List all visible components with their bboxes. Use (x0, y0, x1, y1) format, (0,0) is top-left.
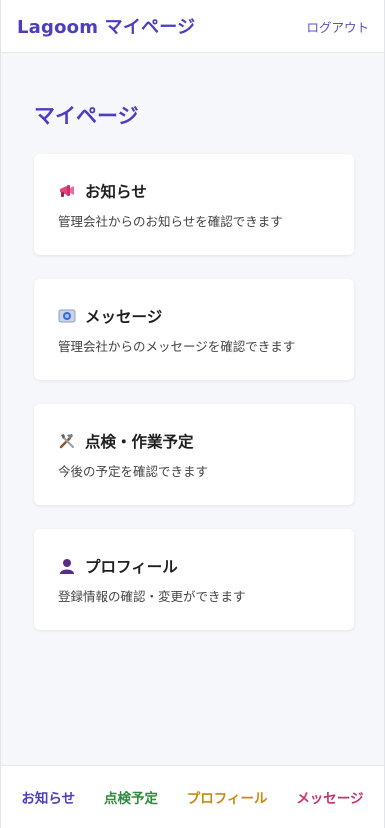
card-profile[interactable]: プロフィール 登録情報の確認・変更ができます (34, 529, 354, 630)
card-title: 点検・作業予定 (85, 433, 194, 451)
card-description: 今後の予定を確認できます (58, 464, 209, 479)
user-icon (58, 557, 76, 575)
card-description: 管理会社からのメッセージを確認できます (58, 339, 296, 354)
card-description: 管理会社からのお知らせを確認できます (58, 214, 283, 229)
tab-profile[interactable]: プロフィール (187, 787, 268, 807)
bottom-tab-bar: お知らせ 点検予定 プロフィール メッセージ (1, 765, 384, 828)
card-description: 登録情報の確認・変更ができます (58, 589, 246, 604)
tab-schedule[interactable]: 点検予定 (104, 787, 158, 807)
page-title: マイページ (34, 104, 139, 128)
card-schedule[interactable]: 点検・作業予定 今後の予定を確認できます (34, 404, 354, 505)
app-frame: Lagoom マイページ ログアウト マイページ お知らせ 管理会社からのお知ら… (0, 0, 385, 828)
tab-notices[interactable]: お知らせ (21, 787, 75, 807)
card-messages[interactable]: メッセージ 管理会社からのメッセージを確認できます (34, 279, 354, 380)
tab-messages[interactable]: メッセージ (296, 787, 363, 807)
card-title: お知らせ (85, 183, 147, 201)
top-header: Lagoom マイページ ログアウト (1, 0, 384, 53)
tools-icon (58, 432, 76, 450)
megaphone-icon (58, 182, 76, 200)
card-title: メッセージ (85, 308, 163, 326)
app-title: Lagoom マイページ (17, 17, 196, 38)
logout-link[interactable]: ログアウト (306, 17, 369, 36)
card-title: プロフィール (85, 558, 178, 576)
message-icon (58, 307, 76, 325)
card-notices[interactable]: お知らせ 管理会社からのお知らせを確認できます (34, 154, 354, 255)
menu-cards: お知らせ 管理会社からのお知らせを確認できます メッセージ 管理会社からのメッセ… (34, 154, 354, 654)
